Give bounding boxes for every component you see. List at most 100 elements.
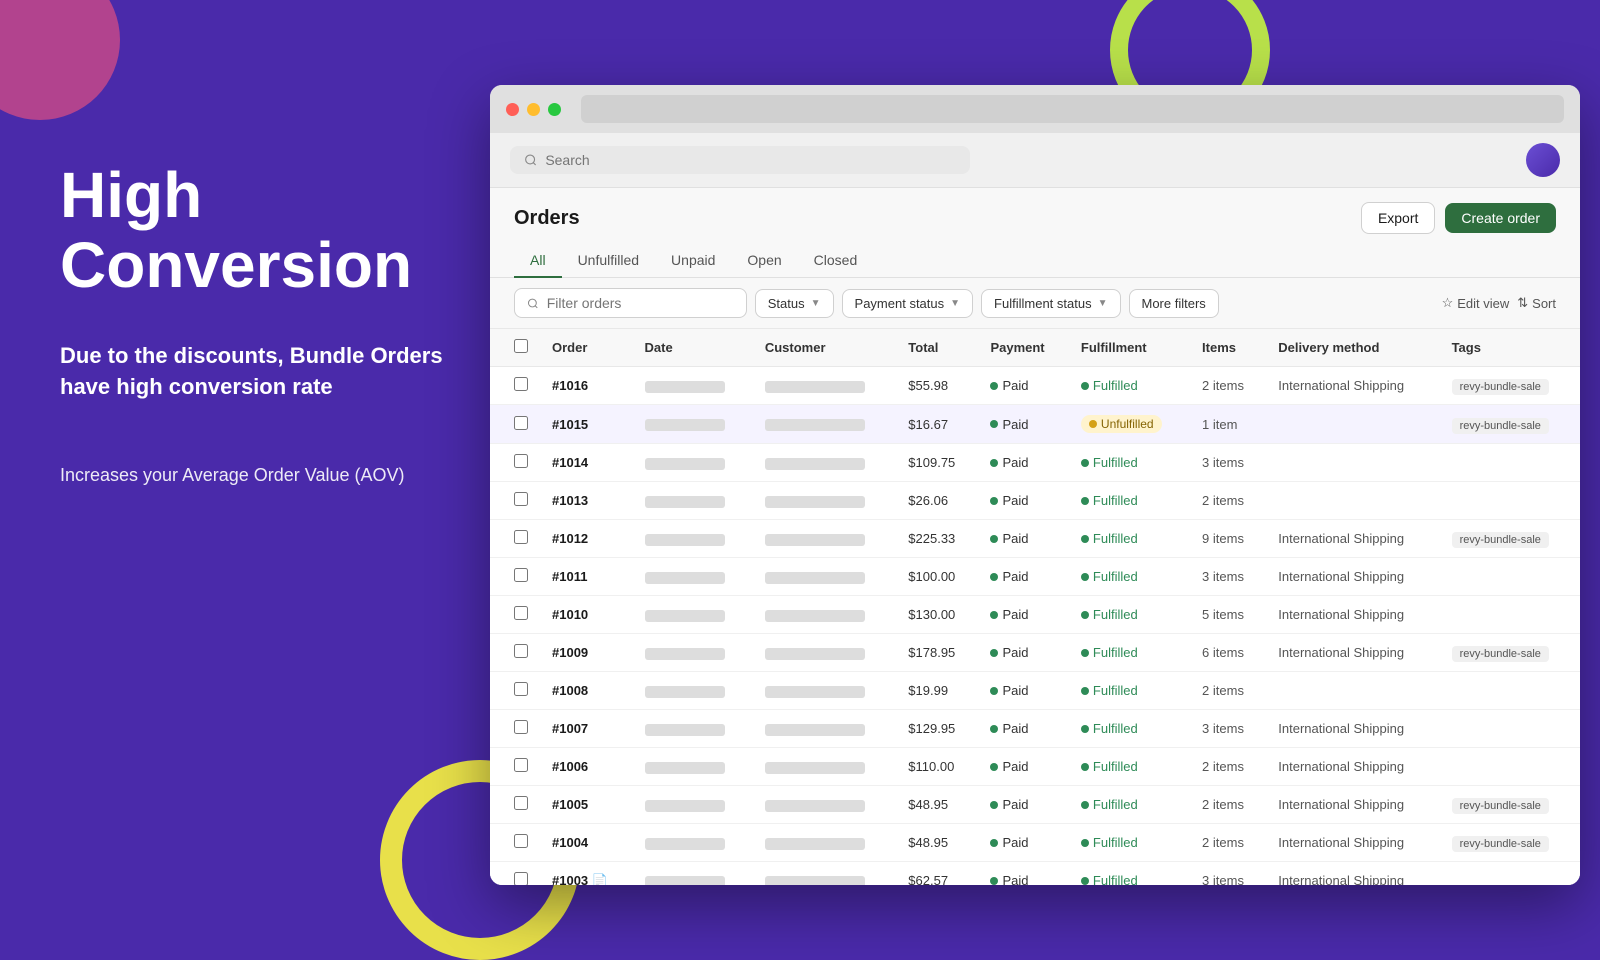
order-date xyxy=(633,748,753,786)
select-all-header[interactable] xyxy=(490,329,540,367)
order-delivery xyxy=(1266,482,1439,520)
order-total: $16.67 xyxy=(896,405,978,444)
edit-view-button[interactable]: ☆ Edit view xyxy=(1442,295,1510,311)
order-customer xyxy=(753,786,896,824)
sort-icon: ⇅ xyxy=(1517,295,1528,311)
row-checkbox[interactable] xyxy=(514,416,528,430)
order-date xyxy=(633,786,753,824)
order-tags: revy-bundle-sale xyxy=(1440,405,1580,444)
order-number[interactable]: #1015 xyxy=(552,417,588,432)
tab-all[interactable]: All xyxy=(514,244,562,278)
tag-badge: revy-bundle-sale xyxy=(1452,418,1549,434)
row-checkbox[interactable] xyxy=(514,644,528,658)
status-filter-label: Status xyxy=(768,296,805,311)
row-checkbox[interactable] xyxy=(514,377,528,391)
order-tags xyxy=(1440,710,1580,748)
table-row: #1008$19.99PaidFulfilled2 items xyxy=(490,672,1580,710)
order-fulfillment: Fulfilled xyxy=(1069,710,1190,748)
order-payment: Paid xyxy=(978,367,1068,405)
order-customer xyxy=(753,520,896,558)
browser-minimize-button[interactable] xyxy=(527,103,540,116)
tag-badge: revy-bundle-sale xyxy=(1452,646,1549,662)
row-checkbox[interactable] xyxy=(514,834,528,848)
payment-status-filter-button[interactable]: Payment status ▼ xyxy=(842,289,974,318)
order-total: $26.06 xyxy=(896,482,978,520)
decorative-circle-pink xyxy=(0,0,120,120)
row-checkbox[interactable] xyxy=(514,796,528,810)
order-number[interactable]: #1005 xyxy=(552,797,588,812)
browser-address-bar[interactable] xyxy=(581,95,1564,123)
row-checkbox[interactable] xyxy=(514,720,528,734)
order-date xyxy=(633,634,753,672)
row-checkbox[interactable] xyxy=(514,530,528,544)
tab-closed[interactable]: Closed xyxy=(798,244,874,278)
order-number[interactable]: #1006 xyxy=(552,759,588,774)
order-payment: Paid xyxy=(978,596,1068,634)
order-items: 2 items xyxy=(1190,482,1266,520)
order-fulfillment: Unfulfilled xyxy=(1069,405,1190,444)
orders-header: Orders Export Create order xyxy=(490,188,1580,244)
fulfillment-status-filter-button[interactable]: Fulfillment status ▼ xyxy=(981,289,1120,318)
order-number[interactable]: #1010 xyxy=(552,607,588,622)
row-checkbox[interactable] xyxy=(514,568,528,582)
order-number[interactable]: #1014 xyxy=(552,455,588,470)
filter-search-bar[interactable] xyxy=(514,288,747,318)
order-fulfillment: Fulfilled xyxy=(1069,482,1190,520)
tag-badge: revy-bundle-sale xyxy=(1452,836,1549,852)
global-search-input[interactable] xyxy=(545,152,956,168)
row-checkbox[interactable] xyxy=(514,492,528,506)
tab-unfulfilled[interactable]: Unfulfilled xyxy=(562,244,655,278)
order-number[interactable]: #1004 xyxy=(552,835,588,850)
order-number[interactable]: #1016 xyxy=(552,378,588,393)
sort-button[interactable]: ⇅ Sort xyxy=(1517,295,1556,311)
export-button[interactable]: Export xyxy=(1361,202,1435,234)
row-checkbox[interactable] xyxy=(514,606,528,620)
order-date xyxy=(633,405,753,444)
order-delivery xyxy=(1266,672,1439,710)
sort-label: Sort xyxy=(1532,296,1556,311)
order-delivery: International Shipping xyxy=(1266,634,1439,672)
create-order-button[interactable]: Create order xyxy=(1445,203,1556,233)
order-total: $129.95 xyxy=(896,710,978,748)
row-checkbox[interactable] xyxy=(514,682,528,696)
select-all-checkbox[interactable] xyxy=(514,339,528,353)
order-items: 3 items xyxy=(1190,710,1266,748)
order-items: 2 items xyxy=(1190,786,1266,824)
row-checkbox[interactable] xyxy=(514,454,528,468)
order-number[interactable]: #1009 xyxy=(552,645,588,660)
table-row: #1015$16.67PaidUnfulfilled1 itemrevy-bun… xyxy=(490,405,1580,444)
filter-orders-input[interactable] xyxy=(547,295,734,311)
order-date xyxy=(633,444,753,482)
row-checkbox[interactable] xyxy=(514,758,528,772)
table-row: #1004$48.95PaidFulfilled2 itemsInternati… xyxy=(490,824,1580,862)
document-icon: 📄 xyxy=(588,873,608,886)
order-delivery: International Shipping xyxy=(1266,862,1439,886)
order-number[interactable]: #1013 xyxy=(552,493,588,508)
browser-close-button[interactable] xyxy=(506,103,519,116)
order-number[interactable]: #1011 xyxy=(552,569,587,584)
orders-table: Order Date Customer Total Payment Fulfil… xyxy=(490,329,1580,885)
order-total: $19.99 xyxy=(896,672,978,710)
order-fulfillment: Fulfilled xyxy=(1069,444,1190,482)
order-number[interactable]: #1008 xyxy=(552,683,588,698)
order-number[interactable]: #1007 xyxy=(552,721,588,736)
tab-open[interactable]: Open xyxy=(731,244,797,278)
more-filters-button[interactable]: More filters xyxy=(1129,289,1219,318)
left-panel: High Conversion Due to the discounts, Bu… xyxy=(60,160,480,489)
avatar[interactable] xyxy=(1526,143,1560,177)
tab-unpaid[interactable]: Unpaid xyxy=(655,244,731,278)
status-filter-button[interactable]: Status ▼ xyxy=(755,289,834,318)
browser-chrome xyxy=(490,85,1580,133)
order-fulfillment: Fulfilled xyxy=(1069,596,1190,634)
order-number[interactable]: #1012 xyxy=(552,531,588,546)
order-customer xyxy=(753,444,896,482)
order-tags: revy-bundle-sale xyxy=(1440,367,1580,405)
order-fulfillment: Fulfilled xyxy=(1069,672,1190,710)
global-search-bar[interactable] xyxy=(510,146,970,174)
order-payment: Paid xyxy=(978,748,1068,786)
order-fulfillment: Fulfilled xyxy=(1069,558,1190,596)
order-number[interactable]: #1003 xyxy=(552,873,588,886)
order-fulfillment: Fulfilled xyxy=(1069,367,1190,405)
browser-fullscreen-button[interactable] xyxy=(548,103,561,116)
row-checkbox[interactable] xyxy=(514,872,528,885)
